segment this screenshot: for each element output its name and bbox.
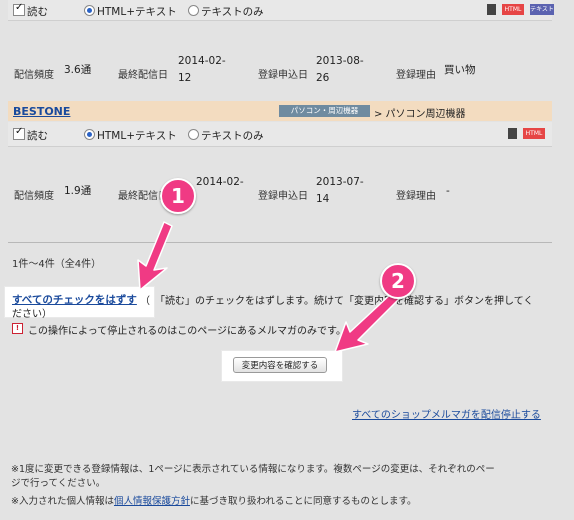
annotation-marker-1: 1: [160, 178, 196, 214]
annotation-arrows: [137, 221, 401, 353]
arrow-1: [137, 221, 173, 291]
arrow-2: [334, 291, 401, 353]
annotation-marker-2: 2: [380, 263, 416, 299]
